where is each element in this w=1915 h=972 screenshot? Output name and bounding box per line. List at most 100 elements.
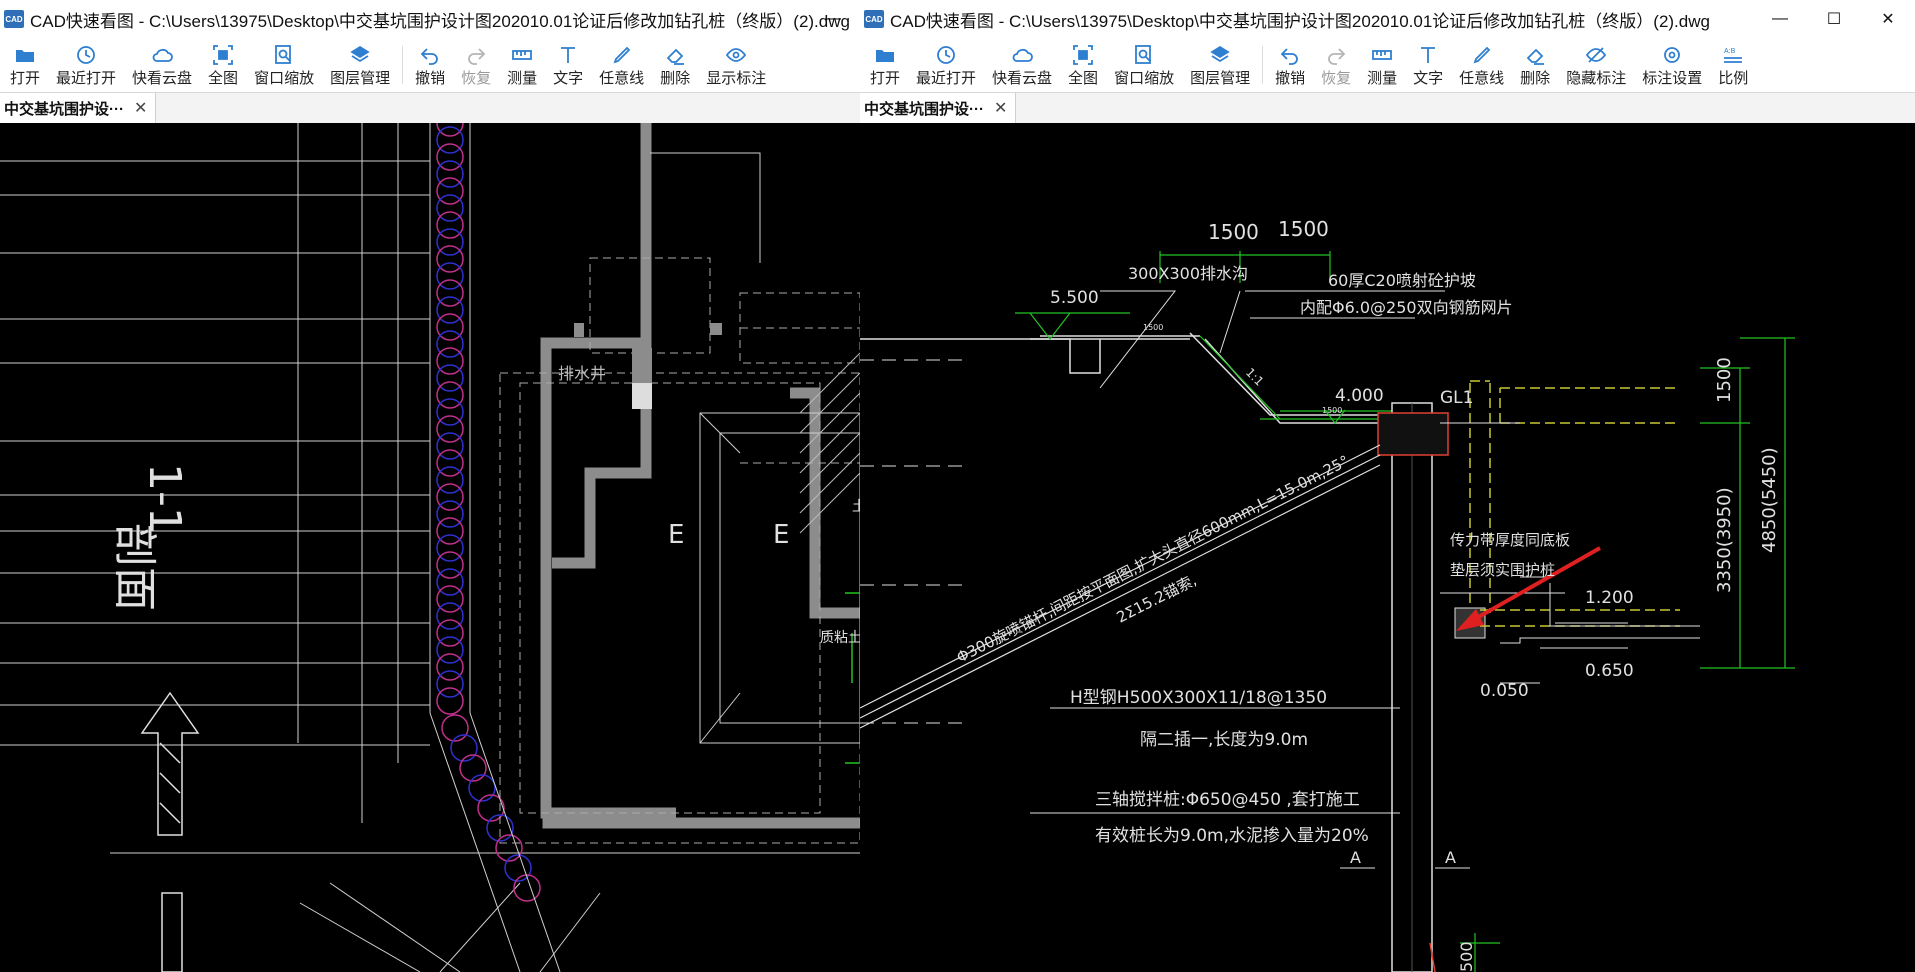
document-tab[interactable]: 中交基坑围护设··· ✕	[0, 93, 157, 123]
pencil-icon	[1471, 43, 1493, 67]
pile-circle	[436, 381, 464, 409]
toolbar-label: 打开	[870, 69, 901, 87]
toolbar-button-redo[interactable]: 恢复	[453, 38, 499, 92]
toolbar-label: 最近打开	[56, 69, 117, 87]
toolbar-label: 撤销	[1275, 69, 1306, 87]
app-logo: CAD	[864, 10, 884, 28]
dimension-lines	[1460, 337, 1795, 972]
toolbar-button-eraser[interactable]: 删除	[1512, 38, 1558, 92]
toolbar-button-zoom-window[interactable]: 窗口缩放	[1106, 38, 1182, 92]
toolbar-button-zoom-window[interactable]: 窗口缩放	[246, 38, 322, 92]
toolbar-button-measure[interactable]: 测量	[499, 38, 545, 92]
mesh-label: 内配Φ6.0@250双向钢筋网片	[1300, 298, 1513, 317]
fit-all-icon	[1072, 43, 1094, 67]
text-icon	[1417, 43, 1439, 67]
label-pump: 排水井	[558, 364, 606, 383]
toolbar-button-layers[interactable]: 图层管理	[1182, 38, 1258, 92]
close-icon[interactable]: ✕	[134, 98, 147, 118]
toolbar-button-eye[interactable]: 显示标注	[698, 38, 774, 92]
toolbar-label: 任意线	[599, 69, 645, 87]
toolbar-button-fit-all[interactable]: 全图	[1060, 38, 1106, 92]
pile-circle	[436, 245, 464, 273]
minimize-button[interactable]: —	[1753, 0, 1807, 38]
force-note-1: 传力带厚度同底板	[1450, 531, 1570, 549]
cloud-icon	[151, 43, 173, 67]
right-cad-window: CAD CAD快速看图 - C:\Users\13975\Desktop\中交基…	[860, 0, 1915, 972]
toolbar-button-folder-open[interactable]: 打开	[862, 38, 908, 92]
tab-bar: 中交基坑围护设··· ✕	[860, 92, 1915, 124]
toolbar-label: 测量	[507, 69, 538, 87]
tab-label: 中交基坑围护设···	[864, 100, 984, 118]
elev-0050: 0.050	[1480, 681, 1529, 701]
close-button[interactable]: ✕	[1861, 0, 1915, 38]
toolbar-button-measure[interactable]: 测量	[1359, 38, 1405, 92]
toolbar-button-eraser[interactable]: 删除	[652, 38, 698, 92]
measure-icon	[1371, 43, 1393, 67]
retaining-pile	[1377, 402, 1486, 972]
toolbar-label: 任意线	[1459, 69, 1505, 87]
toolbar-button-history[interactable]: 最近打开	[908, 38, 984, 92]
dim-3350: 3350(3950)	[1714, 487, 1735, 593]
pile-circle	[450, 734, 478, 762]
pile-circle	[436, 466, 464, 494]
small-1500b: 1500	[1322, 406, 1342, 415]
elev-5500: 5.500	[1050, 288, 1099, 308]
toolbar-button-text[interactable]: 文字	[1405, 38, 1451, 92]
toolbar-button-history[interactable]: 最近打开	[48, 38, 124, 92]
pencil-icon	[611, 43, 633, 67]
toolbar-label: 打开	[10, 69, 41, 87]
pile-circle	[436, 296, 464, 324]
toolbar-label: 隐藏标注	[1566, 69, 1627, 87]
history-icon	[935, 43, 957, 67]
history-icon	[75, 43, 97, 67]
undo-icon	[1279, 43, 1301, 67]
close-icon[interactable]: ✕	[994, 98, 1007, 118]
drawing-canvas[interactable]: 1-1 剖面 E E 排水井 质粘土 土	[0, 123, 860, 972]
toolbar-button-fit-all[interactable]: 全图	[200, 38, 246, 92]
toolbar-button-text[interactable]: 文字	[545, 38, 591, 92]
pile-circle	[436, 177, 464, 205]
dim-4850: 4850(5450)	[1759, 447, 1780, 553]
pile-circle	[495, 834, 523, 862]
document-tab[interactable]: 中交基坑围护设··· ✕	[860, 93, 1017, 123]
measure-icon	[511, 43, 533, 67]
toolbar-button-folder-open[interactable]: 打开	[2, 38, 48, 92]
toolbar-button-scale[interactable]: A:B 比例	[1710, 38, 1756, 92]
dim-1500a: 1500	[1208, 220, 1259, 244]
drawing-canvas[interactable]: 1500 1500 300X300排水沟 60厚C20喷射砼护坡 内配Φ6.0@…	[860, 123, 1915, 972]
pile-circle	[436, 211, 464, 239]
pile-circle	[468, 774, 496, 802]
toolbar: 打开 最近打开 快看云盘 全图 窗口缩放 图层管理 撤销 恢复 测量 文字 任意线 删除 隐藏标注 标注设…	[860, 38, 1915, 92]
zoom-window-icon	[273, 43, 295, 67]
toolbar-button-pencil[interactable]: 任意线	[1451, 38, 1512, 92]
pile-circle	[436, 636, 464, 664]
toolbar-button-eye-slash[interactable]: 隐藏标注	[1558, 38, 1634, 92]
toolbar-button-cloud[interactable]: 快看云盘	[124, 38, 200, 92]
zoom-window-icon	[1133, 43, 1155, 67]
window-controls: —	[806, 0, 860, 38]
tab-bar: 中交基坑围护设··· ✕	[0, 92, 860, 124]
toolbar-button-redo[interactable]: 恢复	[1313, 38, 1359, 92]
toolbar-button-cloud[interactable]: 快看云盘	[984, 38, 1060, 92]
pile-circle	[436, 619, 464, 647]
toolbar-button-pencil[interactable]: 任意线	[591, 38, 652, 92]
label-edge: 土	[852, 499, 860, 515]
elev-4000: 4.000	[1335, 386, 1384, 406]
toolbar-button-undo[interactable]: 撤销	[1267, 38, 1313, 92]
maximize-button[interactable]: ☐	[1807, 0, 1861, 38]
gray-walls	[540, 123, 860, 829]
toolbar-label: 最近打开	[916, 69, 977, 87]
toolbar-label: 窗口缩放	[1114, 69, 1175, 87]
elev-0650: 0.650	[1585, 661, 1634, 681]
pile-circle	[441, 714, 469, 742]
pile-circle	[436, 602, 464, 630]
redo-icon	[1325, 43, 1347, 67]
cad-drawing-left: 1-1 剖面 E E 排水井 质粘土 土	[0, 123, 860, 972]
toolbar-button-layers[interactable]: 图层管理	[322, 38, 398, 92]
minimize-button[interactable]: —	[806, 0, 860, 38]
eraser-icon	[664, 43, 686, 67]
pile-circle	[436, 262, 464, 290]
toolbar-button-undo[interactable]: 撤销	[407, 38, 453, 92]
pile-circle	[436, 500, 464, 528]
toolbar-button-settings-pen[interactable]: 标注设置	[1634, 38, 1710, 92]
